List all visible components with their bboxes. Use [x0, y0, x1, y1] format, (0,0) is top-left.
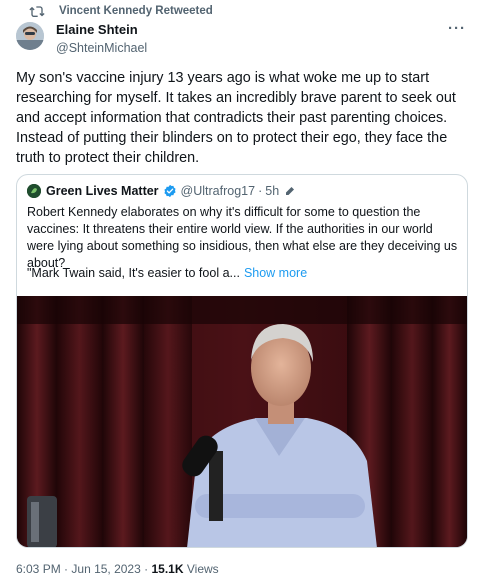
quoted-author-handle[interactable]: @Ultrafrog17	[181, 184, 256, 198]
tweet-time[interactable]: 6:03 PM	[16, 562, 61, 576]
quoted-truncated-line: "Mark Twain said, It's easier to fool a.…	[27, 265, 307, 282]
show-more-link[interactable]: Show more	[244, 266, 307, 280]
more-icon[interactable]: ···	[448, 20, 466, 37]
retweet-label: Vincent Kennedy Retweeted	[59, 5, 213, 17]
separator-dot: ·	[258, 184, 263, 198]
tweet-metadata: 6:03 PM · Jun 15, 2023 · 15.1K Views	[16, 562, 219, 576]
author-name[interactable]: Elaine Shtein	[56, 22, 147, 38]
edited-pencil-icon	[284, 185, 296, 197]
quoted-timestamp[interactable]: 5h	[265, 184, 279, 198]
author-handle[interactable]: @ShteinMichael	[56, 40, 147, 56]
verified-badge-icon	[163, 184, 177, 198]
retweet-indicator[interactable]: Vincent Kennedy Retweeted	[29, 3, 213, 19]
quoted-tweet[interactable]: Green Lives Matter @Ultrafrog17 · 5h Rob…	[16, 174, 468, 548]
quoted-author-name[interactable]: Green Lives Matter	[46, 184, 159, 198]
author-block: Elaine Shtein @ShteinMichael	[56, 22, 147, 56]
separator-dot: ·	[64, 562, 69, 576]
separator-dot: ·	[144, 562, 149, 576]
quoted-tweet-header: Green Lives Matter @Ultrafrog17 · 5h	[27, 184, 296, 198]
tweet-text: My son's vaccine injury 13 years ago is …	[16, 70, 456, 166]
quoted-tweet-text: Robert Kennedy elaborates on why it's di…	[27, 205, 458, 270]
tweet-date[interactable]: Jun 15, 2023	[71, 562, 140, 576]
quoted-truncated-text: "Mark Twain said, It's easier to fool a.…	[27, 266, 240, 280]
views-label: Views	[186, 562, 219, 576]
quoted-author-avatar[interactable]	[27, 184, 41, 198]
avatar[interactable]	[16, 22, 44, 50]
views-count[interactable]: 15.1K	[151, 562, 183, 576]
video-thumbnail[interactable]	[17, 296, 467, 547]
retweet-icon	[29, 4, 45, 18]
